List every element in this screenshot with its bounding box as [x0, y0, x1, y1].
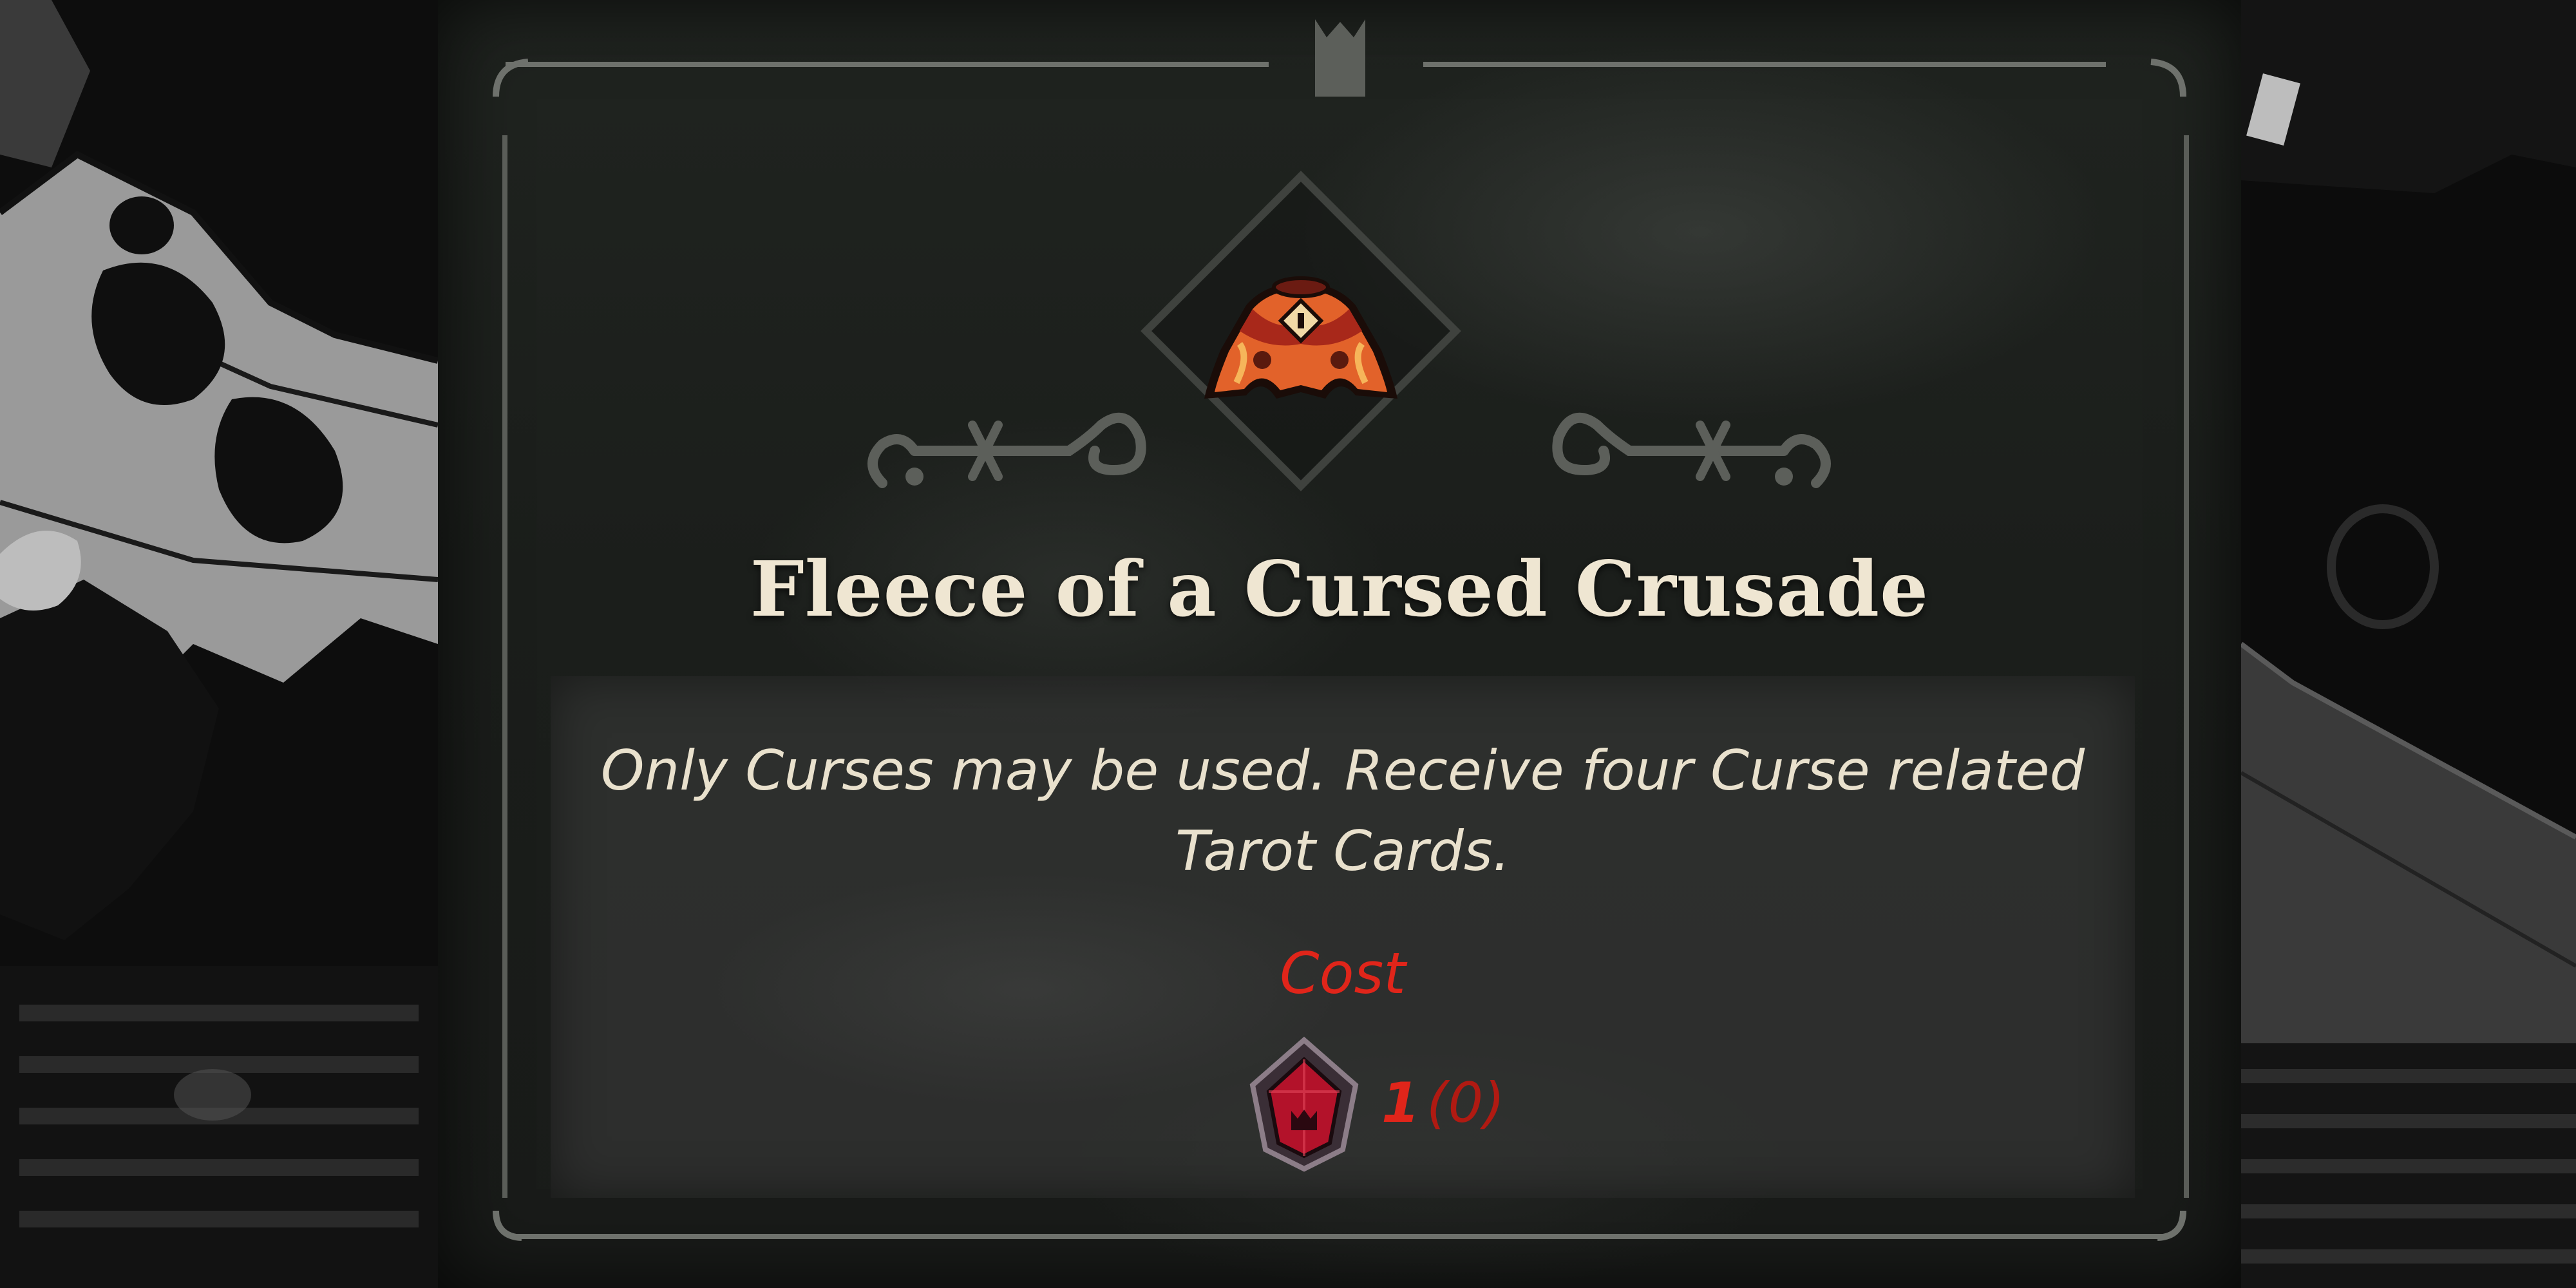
cost-row: 1 (0) — [551, 1034, 2135, 1175]
background-scenery-left — [0, 0, 439, 1288]
cost-amount: 1 — [1381, 1071, 1420, 1135]
item-description: Only Curses may be used. Receive four Cu… — [551, 731, 2135, 892]
item-detail-panel: Fleece of a Cursed Crusade Only Curses m… — [438, 0, 2241, 1288]
item-icon-frame — [1108, 138, 1494, 524]
description-line: Only Curses may be used. Receive four Cu… — [600, 739, 2085, 803]
description-box: Only Curses may be used. Receive four Cu… — [551, 676, 2135, 1198]
right-scroll-ornament — [1546, 399, 1842, 515]
cost-owned-count: (0) — [1426, 1071, 1505, 1135]
game-screen: Fleece of a Cursed Crusade Only Curses m… — [0, 0, 2576, 1288]
background-scenery-right — [2239, 0, 2576, 1288]
description-line: Tarot Cards. — [1175, 819, 1511, 884]
item-title: Fleece of a Cursed Crusade — [750, 544, 1929, 634]
red-gem-icon — [1233, 1034, 1375, 1175]
cost-label: Cost — [1280, 940, 1406, 1007]
